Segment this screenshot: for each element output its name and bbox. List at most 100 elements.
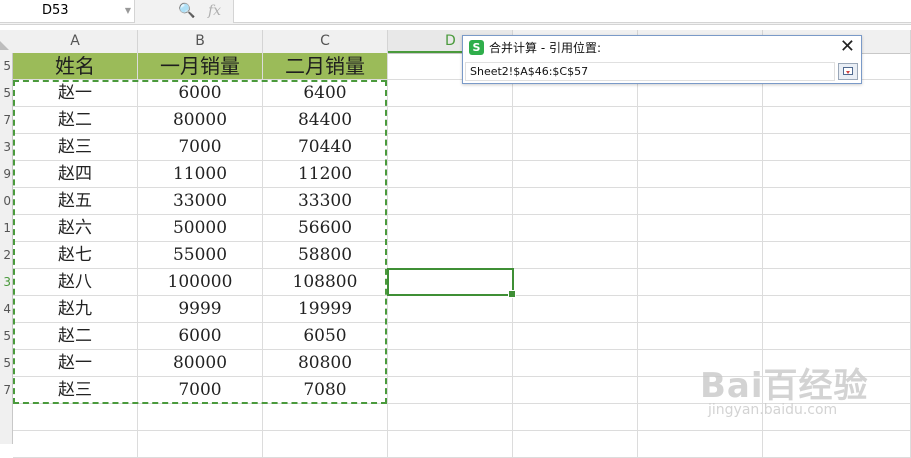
empty-cell[interactable] bbox=[763, 107, 911, 134]
data-cell[interactable]: 80000 bbox=[138, 350, 263, 377]
empty-cell[interactable] bbox=[763, 134, 911, 161]
empty-cell[interactable] bbox=[513, 350, 638, 377]
data-cell[interactable]: 80000 bbox=[138, 107, 263, 134]
row-header[interactable]: 7 bbox=[0, 113, 11, 127]
cell-grid[interactable]: 姓名 一月销量 二月销量 赵一 6000 6400 赵二 80000 84400 赵三 7000 70… bbox=[13, 53, 911, 458]
empty-cell[interactable] bbox=[388, 296, 513, 323]
data-cell[interactable]: 84400 bbox=[263, 107, 388, 134]
name-box[interactable]: D53 ▼ bbox=[0, 0, 135, 23]
data-cell[interactable]: 80800 bbox=[263, 350, 388, 377]
row-header[interactable]: 2 bbox=[0, 248, 11, 262]
empty-cell[interactable] bbox=[388, 215, 513, 242]
data-cell[interactable]: 19999 bbox=[263, 296, 388, 323]
empty-cell[interactable] bbox=[138, 404, 263, 431]
row-header[interactable]: 4 bbox=[0, 302, 11, 316]
close-icon[interactable]: ✕ bbox=[840, 37, 855, 57]
empty-cell[interactable] bbox=[763, 323, 911, 350]
data-cell[interactable]: 11200 bbox=[263, 161, 388, 188]
data-cell[interactable]: 6000 bbox=[138, 323, 263, 350]
empty-cell[interactable] bbox=[638, 134, 763, 161]
data-cell[interactable]: 6000 bbox=[138, 80, 263, 107]
fill-handle[interactable] bbox=[508, 290, 516, 298]
empty-cell[interactable] bbox=[388, 134, 513, 161]
empty-cell[interactable] bbox=[263, 431, 388, 458]
data-cell[interactable]: 33000 bbox=[138, 188, 263, 215]
empty-cell[interactable] bbox=[638, 296, 763, 323]
data-cell[interactable]: 55000 bbox=[138, 242, 263, 269]
data-cell[interactable]: 33300 bbox=[263, 188, 388, 215]
empty-cell[interactable] bbox=[638, 242, 763, 269]
empty-cell[interactable] bbox=[638, 269, 763, 296]
data-cell[interactable]: 赵五 bbox=[13, 188, 138, 215]
data-cell[interactable]: 50000 bbox=[138, 215, 263, 242]
data-cell[interactable]: 赵二 bbox=[13, 107, 138, 134]
empty-cell[interactable] bbox=[513, 323, 638, 350]
empty-cell[interactable] bbox=[638, 431, 763, 458]
data-cell[interactable]: 11000 bbox=[138, 161, 263, 188]
fx-icon[interactable]: fx bbox=[208, 0, 221, 22]
formula-input[interactable] bbox=[233, 0, 911, 23]
data-cell[interactable]: 6400 bbox=[263, 80, 388, 107]
data-cell[interactable]: 7000 bbox=[138, 377, 263, 404]
chevron-down-icon[interactable]: ▼ bbox=[125, 0, 131, 22]
empty-cell[interactable] bbox=[638, 80, 763, 107]
zoom-icon[interactable]: 🔍 bbox=[178, 0, 195, 22]
data-cell[interactable]: 赵三 bbox=[13, 134, 138, 161]
empty-cell[interactable] bbox=[388, 161, 513, 188]
data-cell[interactable]: 赵一 bbox=[13, 350, 138, 377]
data-cell[interactable]: 赵三 bbox=[13, 377, 138, 404]
column-header-b[interactable]: B bbox=[138, 30, 263, 53]
data-cell[interactable]: 赵二 bbox=[13, 323, 138, 350]
select-all-corner[interactable] bbox=[0, 30, 12, 53]
data-cell[interactable]: 赵九 bbox=[13, 296, 138, 323]
row-header-active[interactable]: 3 bbox=[0, 275, 11, 289]
empty-cell[interactable] bbox=[513, 404, 638, 431]
empty-cell[interactable] bbox=[638, 188, 763, 215]
empty-cell[interactable] bbox=[388, 188, 513, 215]
data-cell[interactable]: 赵六 bbox=[13, 215, 138, 242]
empty-cell[interactable] bbox=[763, 377, 911, 404]
empty-cell[interactable] bbox=[513, 134, 638, 161]
empty-cell[interactable] bbox=[763, 296, 911, 323]
data-cell[interactable]: 赵八 bbox=[13, 269, 138, 296]
data-cell[interactable]: 赵四 bbox=[13, 161, 138, 188]
row-header[interactable]: 5 bbox=[0, 329, 11, 343]
row-header[interactable]: 0 bbox=[0, 194, 11, 208]
empty-cell[interactable] bbox=[638, 215, 763, 242]
column-header-a[interactable]: A bbox=[13, 30, 138, 53]
empty-cell[interactable] bbox=[513, 269, 638, 296]
empty-cell[interactable] bbox=[513, 242, 638, 269]
empty-cell[interactable] bbox=[638, 107, 763, 134]
data-cell[interactable]: 6050 bbox=[263, 323, 388, 350]
row-header[interactable]: 3 bbox=[0, 140, 11, 154]
empty-cell[interactable] bbox=[763, 404, 911, 431]
data-cell[interactable]: 56600 bbox=[263, 215, 388, 242]
expand-dialog-button[interactable] bbox=[838, 63, 858, 80]
empty-cell[interactable] bbox=[638, 161, 763, 188]
row-header[interactable]: 9 bbox=[0, 167, 11, 181]
empty-cell[interactable] bbox=[388, 107, 513, 134]
row-header[interactable]: 1 bbox=[0, 221, 11, 235]
empty-cell[interactable] bbox=[388, 242, 513, 269]
data-cell[interactable]: 58800 bbox=[263, 242, 388, 269]
row-header[interactable]: 5 bbox=[0, 86, 11, 100]
empty-cell[interactable] bbox=[513, 431, 638, 458]
empty-cell[interactable] bbox=[763, 431, 911, 458]
empty-cell[interactable] bbox=[388, 404, 513, 431]
empty-cell[interactable] bbox=[763, 80, 911, 107]
empty-cell[interactable] bbox=[638, 323, 763, 350]
row-header[interactable]: 7 bbox=[0, 383, 11, 397]
empty-cell[interactable] bbox=[513, 80, 638, 107]
empty-cell[interactable] bbox=[263, 404, 388, 431]
empty-cell[interactable] bbox=[513, 107, 638, 134]
empty-cell[interactable] bbox=[138, 431, 263, 458]
data-cell[interactable]: 100000 bbox=[138, 269, 263, 296]
row-header[interactable]: 5 bbox=[0, 59, 11, 73]
row-header[interactable]: 5 bbox=[0, 356, 11, 370]
empty-cell[interactable] bbox=[763, 161, 911, 188]
empty-cell[interactable] bbox=[513, 296, 638, 323]
empty-cell[interactable] bbox=[513, 188, 638, 215]
empty-cell[interactable] bbox=[763, 269, 911, 296]
empty-cell[interactable] bbox=[763, 350, 911, 377]
data-cell[interactable]: 108800 bbox=[263, 269, 388, 296]
